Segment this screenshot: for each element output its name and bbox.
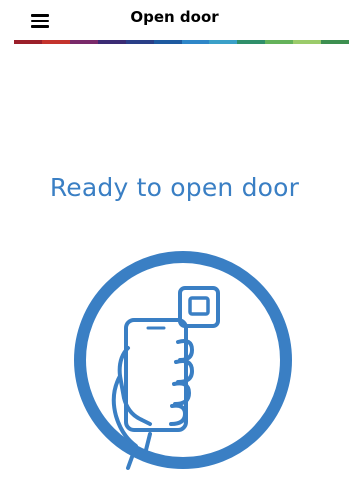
brand-bar-segment: [209, 40, 238, 44]
brand-bar-segment: [293, 40, 322, 44]
brand-bar-segment: [125, 40, 154, 44]
brand-bar-segment: [69, 40, 98, 44]
app-header: Open door: [0, 0, 349, 40]
brand-color-bar: [14, 40, 349, 44]
brand-bar-segment: [14, 40, 42, 44]
page-title: Open door: [130, 8, 219, 26]
brand-bar-segment: [265, 40, 294, 44]
hand-holding-phone-near-reader-icon: [68, 250, 300, 482]
brand-bar-segment: [321, 40, 349, 44]
brand-bar-segment: [237, 40, 266, 44]
brand-bar-segment: [97, 40, 126, 44]
brand-bar-segment: [181, 40, 210, 44]
brand-bar-segment: [153, 40, 182, 44]
brand-bar-segment: [41, 40, 70, 44]
status-heading: Ready to open door: [49, 173, 300, 202]
